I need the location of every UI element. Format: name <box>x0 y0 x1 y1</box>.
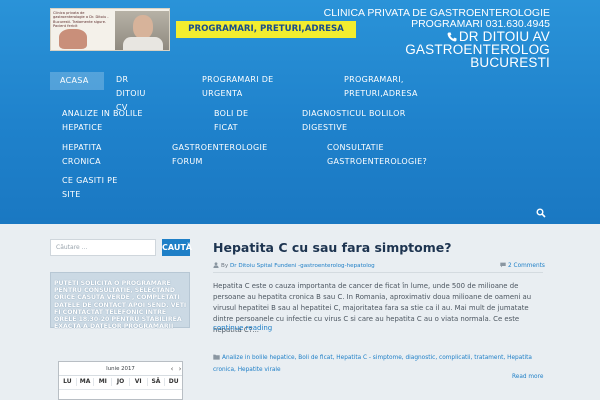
nav-item-consultatie[interactable]: CONSULTATIE GASTROENTEROLOGIE? <box>327 141 467 169</box>
post-title[interactable]: Hepatita C cu sau fara simptome? <box>213 240 452 255</box>
tag-icon <box>213 354 220 360</box>
weekday: DU <box>168 378 179 385</box>
search-input[interactable]: Căutare ... <box>50 239 156 256</box>
nav-item-gastro-forum[interactable]: GASTROENTEROLOGIE FORUM <box>172 141 282 169</box>
appointment-promo: PUTETI SOLICITA O PROGRAMARE PENTRU CONS… <box>50 272 190 331</box>
nav-item-programari-urgenta[interactable]: PROGRAMARI DE URGENTA <box>202 73 292 101</box>
calendar-weekdays: LU MA MI JO VI SÂ DU <box>59 378 182 386</box>
nav-item-boli-de-ficat[interactable]: BOLI DE FICAT <box>214 107 264 135</box>
nav-label: DIAGNOSTICUL BOLILOR DIGESTIVE <box>302 109 406 132</box>
doctor-shirt <box>123 37 163 50</box>
nav-label: BOLI DE FICAT <box>214 109 249 132</box>
site-logo[interactable]: Clinica privata de gastroenterologie a D… <box>50 8 170 51</box>
tags-links[interactable]: Analize in bolile hepatice, Boli de fica… <box>213 355 532 373</box>
doctor-city: BUCURESTI <box>470 55 550 70</box>
site-header: Clinica privata de gastroenterologie a D… <box>0 0 600 224</box>
nav-label: PROGRAMARI DE URGENTA <box>202 75 274 98</box>
calendar-month: Iunie 2017 <box>59 362 182 376</box>
nav-label: HEPATITA CRONICA <box>62 143 102 166</box>
clinic-info: CLINICA PRIVATA DE GASTROENTEROLOGIE PRO… <box>324 8 550 70</box>
calendar-month-label: Iunie 2017 <box>106 366 135 372</box>
weekday: MI <box>94 378 113 386</box>
weekday: MA <box>77 378 95 386</box>
nav-item-diagnosticul-bolilor[interactable]: DIAGNOSTICUL BOLILOR DIGESTIVE <box>302 107 427 135</box>
doctor-face <box>133 15 153 39</box>
booking-calendar: Iunie 2017 ‹ › LU MA MI JO VI SÂ DU <box>58 361 183 400</box>
logo-illustration <box>59 29 87 49</box>
weekday: LU <box>59 378 77 386</box>
continue-reading-link[interactable]: continue reading <box>213 324 272 332</box>
chevron-right-icon[interactable]: › <box>175 365 185 374</box>
nav-item-acasa[interactable]: ACASA <box>50 72 104 90</box>
search-button[interactable]: CAUTĂ <box>162 239 192 256</box>
nav-item-analize-hepatice[interactable]: ANALIZE IN BOLILE HEPATICE <box>62 107 177 135</box>
read-more-link[interactable]: Read more <box>512 374 543 380</box>
nav-item-hepatita-cronica[interactable]: HEPATITA CRONICA <box>62 141 122 169</box>
nav-label: ANALIZE IN BOLILE HEPATICE <box>62 109 143 132</box>
promo-text: PUTETI SOLICITA O PROGRAMARE PENTRU CONS… <box>54 280 187 331</box>
post-divider <box>213 272 543 273</box>
post-tags: Analize in bolile hepatice, Boli de fica… <box>213 353 543 376</box>
weekday: JO <box>112 378 130 386</box>
search-icon[interactable] <box>536 208 546 218</box>
post-meta: By Dr Ditoiu Spital Fundeni -gastroenter… <box>213 262 375 269</box>
nav-label: ACASA <box>60 76 89 85</box>
nav-item-ce-gasiti[interactable]: CE GASITI PE SITE <box>62 174 122 202</box>
nav-label: CE GASITI PE SITE <box>62 176 118 199</box>
weekday: VI <box>130 378 148 386</box>
calendar-week-row <box>59 389 182 400</box>
nav-item-programari-preturi[interactable]: PROGRAMARI, PRETURI,ADRESA <box>344 73 439 101</box>
post-by: By <box>221 263 229 269</box>
post-comments[interactable]: 2 Comments <box>500 262 545 269</box>
nav-label: PROGRAMARI, PRETURI,ADRESA <box>344 75 418 98</box>
nav-label: CONSULTATIE GASTROENTEROLOGIE? <box>327 143 428 166</box>
logo-text: Clinica privata de gastroenterologie a D… <box>53 11 109 29</box>
comment-icon <box>500 262 506 268</box>
nav-label: GASTROENTEROLOGIE FORUM <box>172 143 268 166</box>
phone-icon <box>447 32 457 42</box>
post-author-link[interactable]: Dr Ditoiu Spital Fundeni -gastroenterolo… <box>230 263 375 269</box>
user-icon <box>213 262 219 268</box>
comments-link[interactable]: 2 Comments <box>508 263 545 269</box>
weekday: SÂ <box>148 378 166 386</box>
